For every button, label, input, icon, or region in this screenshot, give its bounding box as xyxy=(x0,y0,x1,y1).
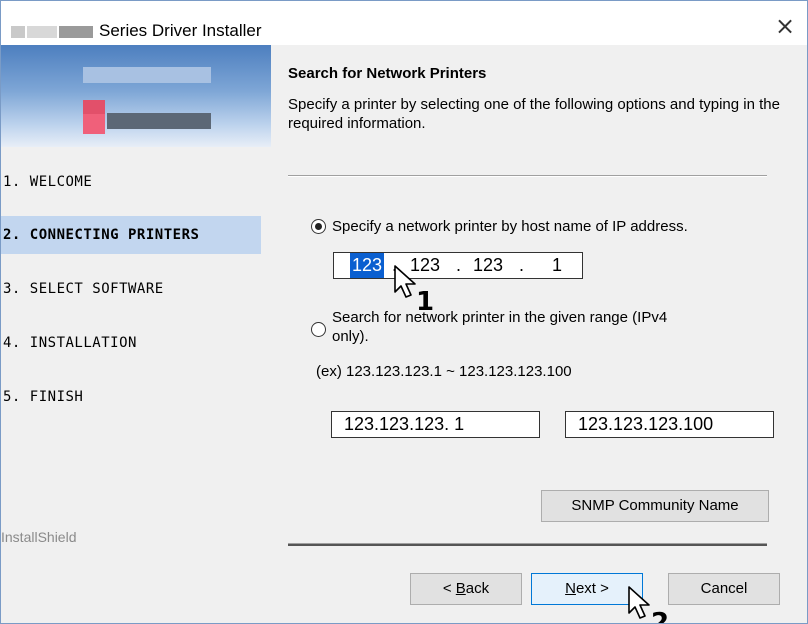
ip-octet-4-field[interactable]: 1 xyxy=(552,253,562,278)
ip-address-input[interactable]: 123 . 123 . 123 . 1 xyxy=(333,252,583,279)
installer-window: Series Driver Installer × 1. WELCOME 2. … xyxy=(0,0,808,624)
range-option-label-line2[interactable]: only). xyxy=(332,327,369,346)
brand-logo-icon xyxy=(11,26,93,38)
step-installation: 4. INSTALLATION xyxy=(3,335,137,351)
blurred-brand-text-icon xyxy=(107,113,211,129)
cancel-button[interactable]: Cancel xyxy=(668,573,780,605)
range-option-radio[interactable] xyxy=(311,322,326,337)
ip-dot: . xyxy=(456,255,462,275)
header-divider xyxy=(288,175,767,177)
mouse-cursor-icon: 1 xyxy=(394,265,434,312)
range-example-text: (ex) 123.123.123.1 ~ 123.123.123.100 xyxy=(316,363,572,380)
ip-octet-1-field[interactable]: 123 xyxy=(350,253,385,278)
callout-number-1: 1 xyxy=(416,287,434,312)
page-description: Specify a printer by selecting one of th… xyxy=(288,96,780,132)
next-button-mnemonic: N xyxy=(565,580,576,597)
back-button[interactable]: < Back xyxy=(410,573,522,605)
range-end-input[interactable]: 123.123.123.100 xyxy=(565,411,774,438)
page-title: Search for Network Printers xyxy=(288,65,487,82)
blurred-brand-mark-icon xyxy=(83,100,105,114)
step-welcome: 1. WELCOME xyxy=(3,174,93,190)
ip-dot: . xyxy=(519,255,525,275)
title-bar: Series Driver Installer × xyxy=(1,1,807,45)
step-connecting-printers: 2. CONNECTING PRINTERS xyxy=(1,216,261,254)
main-panel: Search for Network Printers Specify a pr… xyxy=(271,45,807,623)
blurred-logo-icon xyxy=(83,67,211,83)
back-button-label: ack xyxy=(465,580,490,597)
ip-octet-3-field[interactable]: 123 xyxy=(473,253,503,278)
callout-number-2: 2 xyxy=(651,608,669,624)
installshield-label: InstallShield xyxy=(1,529,77,545)
sidebar: 1. WELCOME 2. CONNECTING PRINTERS 3. SEL… xyxy=(1,45,271,623)
range-option-label-line1[interactable]: Search for network printer in the given … xyxy=(332,308,667,327)
host-option-label[interactable]: Specify a network printer by host name o… xyxy=(332,217,688,236)
step-select-software: 3. SELECT SOFTWARE xyxy=(3,281,164,297)
back-button-mnemonic: B xyxy=(455,580,466,597)
close-button[interactable]: × xyxy=(763,11,807,45)
range-start-input[interactable]: 123.123.123. 1 xyxy=(331,411,540,438)
step-finish: 5. FINISH xyxy=(3,389,84,405)
sidebar-banner xyxy=(1,45,271,147)
host-option-radio[interactable] xyxy=(311,219,326,234)
snmp-community-name-button[interactable]: SNMP Community Name xyxy=(541,490,769,522)
mouse-cursor-icon: 2 xyxy=(628,586,669,624)
footer-divider xyxy=(288,543,767,546)
next-button-label: ext > xyxy=(575,580,609,597)
back-button-prefix: < xyxy=(442,580,456,597)
window-title: Series Driver Installer xyxy=(99,21,262,40)
